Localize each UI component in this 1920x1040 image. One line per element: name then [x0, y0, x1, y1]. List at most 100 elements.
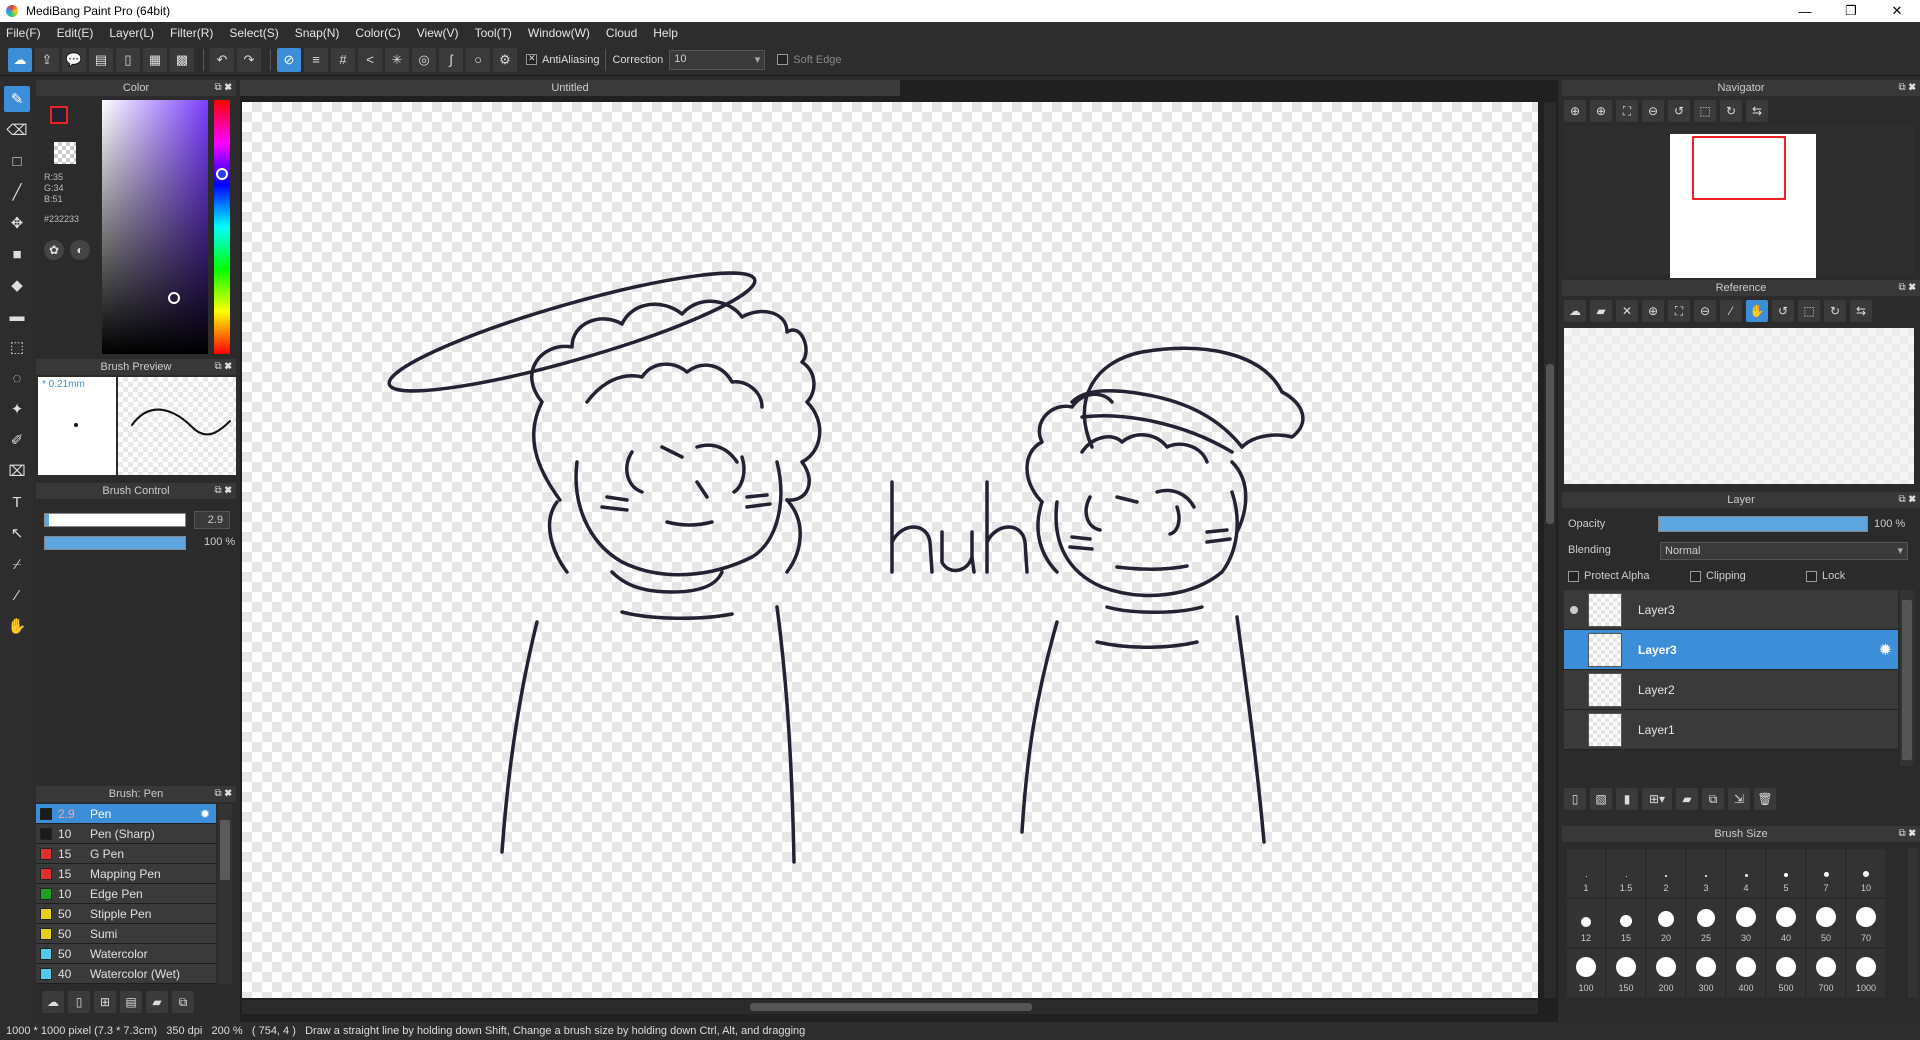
redo-icon[interactable]: ↷ [237, 47, 261, 72]
scrollbar-thumb[interactable] [1546, 364, 1554, 524]
brush-item-pen-sharp[interactable]: 10 Pen (Sharp) [36, 824, 216, 844]
rotate-left-icon[interactable]: ↺ [1772, 300, 1794, 322]
brush-size-option[interactable]: 50 [1806, 898, 1846, 948]
dropper-icon[interactable]: ⁄ [4, 582, 30, 608]
layer-settings-gear-icon[interactable]: ✹ [1879, 640, 1892, 660]
color-picker-icon[interactable]: ◐ [70, 240, 90, 260]
brush-size-option[interactable]: 300 [1686, 948, 1726, 998]
brush-item-mapping-pen[interactable]: 15 Mapping Pen [36, 864, 216, 884]
menu-help[interactable]: Help [653, 26, 678, 40]
palette-icon[interactable]: ✿ [44, 240, 64, 260]
brush-size-option[interactable]: 1000 [1846, 948, 1886, 998]
brush-size-option[interactable]: 20 [1646, 898, 1686, 948]
brush-size-value[interactable]: 2.9 [194, 511, 230, 529]
new-8bit-layer-icon[interactable]: ▮ [1616, 788, 1638, 810]
drawing-canvas[interactable] [242, 102, 1538, 998]
brush-size-option[interactable]: 400 [1726, 948, 1766, 998]
brush-size-option[interactable]: 70 [1846, 898, 1886, 948]
hue-slider[interactable] [214, 100, 230, 354]
brush-item-sumi[interactable]: 50 Sumi [36, 924, 216, 944]
close-button[interactable]: ✕ [1874, 0, 1920, 22]
clipping-toggle[interactable]: Clipping [1690, 570, 1746, 582]
move-tool-icon[interactable]: ✥ [4, 210, 30, 236]
brush-item-pen[interactable]: 2.9 Pen ✹ [36, 804, 216, 824]
layer-item-selected[interactable]: Layer3 ✹ [1564, 630, 1898, 670]
antialiasing-toggle[interactable]: AntiAliasing [526, 53, 599, 66]
panel-window-icons[interactable]: ⧉ ✖ [214, 359, 232, 375]
brush-size-option[interactable]: 200 [1646, 948, 1686, 998]
panel-icon[interactable]: ▦ [143, 47, 167, 72]
brush-size-option[interactable]: 150 [1606, 948, 1646, 998]
line-tool-icon[interactable]: ╱ [4, 179, 30, 205]
close-reference-icon[interactable]: ✕ [1616, 300, 1638, 322]
foreground-color-swatch[interactable] [50, 106, 68, 124]
layer-item[interactable]: Layer1 [1564, 710, 1898, 750]
add-layer-menu-icon[interactable]: ⊞▾ [1642, 788, 1672, 810]
zoom-icon[interactable]: ⊕ [1564, 100, 1586, 122]
menu-color[interactable]: Color(C) [355, 26, 400, 40]
canvas-horizontal-scrollbar[interactable] [242, 1000, 1538, 1014]
duplicate-layer-icon[interactable]: ⧉ [1702, 788, 1724, 810]
transparent-color-swatch[interactable] [54, 142, 76, 164]
menu-window[interactable]: Window(W) [528, 26, 590, 40]
text-tool-icon[interactable]: T [4, 489, 30, 515]
brush-size-scrollbar[interactable] [1908, 848, 1918, 998]
panel-window-icons[interactable]: ⧉ ✖ [214, 483, 232, 499]
lock-toggle[interactable]: Lock [1806, 570, 1845, 582]
brush-size-option[interactable]: 25 [1686, 898, 1726, 948]
brush-size-option[interactable]: 12 [1566, 898, 1606, 948]
rotate-right-icon[interactable]: ↻ [1824, 300, 1846, 322]
gradient-tool-icon[interactable]: ▬ [4, 303, 30, 329]
brush-size-option[interactable]: 1 [1566, 848, 1606, 898]
panel-window-icons[interactable]: ⧉ ✖ [1898, 826, 1916, 842]
protect-alpha-toggle[interactable]: Protect Alpha [1568, 570, 1649, 582]
navigator-preview[interactable] [1564, 126, 1914, 278]
dot-tool-icon[interactable]: □ [4, 148, 30, 174]
reference-view[interactable] [1564, 328, 1914, 484]
eyedropper-icon[interactable]: ⁄ [1720, 300, 1742, 322]
undo-icon[interactable]: ↶ [210, 47, 234, 72]
flip-icon[interactable]: ⇆ [1850, 300, 1872, 322]
select-pen-icon[interactable]: ✐ [4, 427, 30, 453]
panel-window-icons[interactable]: ⧉ ✖ [214, 80, 232, 96]
layer-item[interactable]: Layer3 [1564, 590, 1898, 630]
reset-view-icon[interactable]: ⬚ [1694, 100, 1716, 122]
zoom-in-icon[interactable]: ⊕ [1590, 100, 1612, 122]
page-icon[interactable]: ▯ [116, 47, 140, 72]
operation-tool-icon[interactable]: ↖ [4, 520, 30, 546]
rotate-left-icon[interactable]: ↺ [1668, 100, 1690, 122]
brush-item-watercolor[interactable]: 50 Watercolor [36, 944, 216, 964]
brush-size-option[interactable]: 30 [1726, 898, 1766, 948]
snap-grid-icon[interactable]: # [331, 47, 355, 72]
snap-curve-icon[interactable]: ∫ [439, 47, 463, 72]
magic-wand-icon[interactable]: ✦ [4, 396, 30, 422]
blending-mode-select[interactable]: Normal [1660, 542, 1908, 560]
add-brush-menu-icon[interactable]: ⊞ [94, 991, 116, 1013]
brush-size-option[interactable]: 700 [1806, 948, 1846, 998]
layer-visibility-toggle[interactable] [1564, 605, 1584, 614]
panel-window-icons[interactable]: ⧉ ✖ [1898, 492, 1916, 508]
new-halftone-layer-icon[interactable]: ▧ [1590, 788, 1612, 810]
lasso-tool-icon[interactable]: ◌ [4, 365, 30, 391]
brush-size-slider[interactable] [44, 513, 186, 527]
brush-item-edge-pen[interactable]: 10 Edge Pen [36, 884, 216, 904]
brush-settings-gear-icon[interactable]: ✹ [200, 807, 210, 821]
bucket-tool-icon[interactable]: ◆ [4, 272, 30, 298]
sv-cursor[interactable] [168, 292, 180, 304]
cloud-save-icon[interactable]: ☁ [8, 47, 32, 72]
brush-size-option[interactable]: 4 [1726, 848, 1766, 898]
lock-checkbox[interactable] [1806, 570, 1817, 582]
reset-view-icon[interactable]: ⬚ [1798, 300, 1820, 322]
panel-window-icons[interactable]: ⧉ ✖ [1898, 280, 1916, 296]
snap-concentric-icon[interactable]: ◎ [412, 47, 436, 72]
saturation-value-field[interactable] [102, 100, 208, 354]
menu-edit[interactable]: Edit(E) [57, 26, 94, 40]
hue-cursor[interactable] [216, 168, 228, 180]
layer-folder-icon[interactable]: ▰ [1676, 788, 1698, 810]
brush-size-option[interactable]: 1.5 [1606, 848, 1646, 898]
snap-perspective-icon[interactable]: < [358, 47, 382, 72]
new-brush-icon[interactable]: ▯ [68, 991, 90, 1013]
snap-circle-icon[interactable]: ○ [466, 47, 490, 72]
speech-bubble-icon[interactable]: 💬 [62, 47, 86, 72]
shape-tool-icon[interactable]: ■ [4, 241, 30, 267]
